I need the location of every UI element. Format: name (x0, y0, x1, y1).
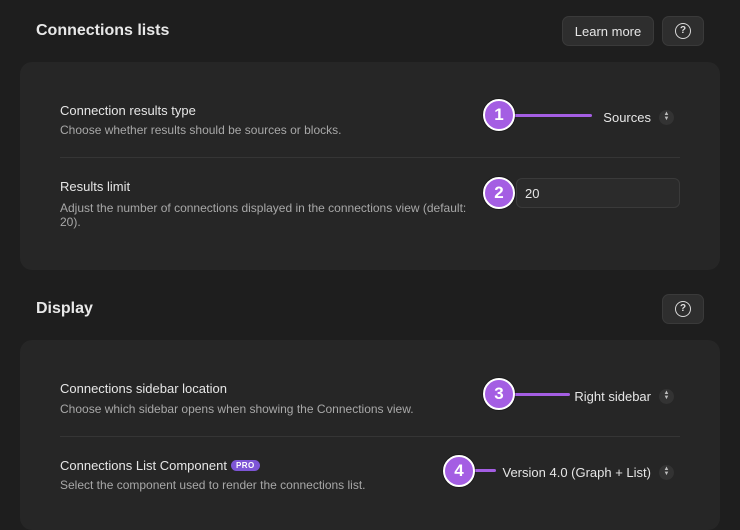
chevron-up-down-icon: ▲ ▼ (659, 464, 674, 480)
list-component-title: Connections List Component PRO (60, 458, 260, 473)
help-icon: ? (675, 301, 691, 317)
annotation-line-1 (512, 114, 592, 117)
annotation-badge-3: 3 (483, 378, 515, 410)
list-component-value: Version 4.0 (Graph + List) (502, 464, 652, 480)
results-limit-description-line2: 20). (60, 215, 81, 229)
divider (60, 157, 680, 158)
learn-more-button[interactable]: Learn more (562, 16, 654, 46)
divider (60, 436, 680, 437)
sidebar-location-value: Right sidebar (574, 388, 651, 404)
results-type-description: Choose whether results should be sources… (60, 123, 342, 137)
list-component-title-text: Connections List Component (60, 458, 227, 473)
annotation-badge-2: 2 (483, 177, 515, 209)
display-card (20, 340, 720, 530)
list-component-select[interactable]: Version 4.0 (Graph + List) ▲ ▼ (502, 462, 674, 482)
display-help-button[interactable]: ? (662, 294, 704, 324)
sidebar-location-description: Choose which sidebar opens when showing … (60, 402, 414, 416)
annotation-line-4 (472, 469, 496, 472)
help-icon: ? (675, 23, 691, 39)
annotation-badge-1: 1 (483, 99, 515, 131)
sidebar-location-select[interactable]: Right sidebar ▲ ▼ (574, 386, 674, 406)
results-type-select[interactable]: Sources ▲ ▼ (603, 107, 674, 127)
annotation-badge-4: 4 (443, 455, 475, 487)
results-limit-title: Results limit (60, 179, 131, 194)
connections-lists-card (20, 62, 720, 270)
pro-badge: PRO (230, 460, 260, 471)
sidebar-location-title: Connections sidebar location (60, 381, 227, 396)
annotation-line-3 (512, 393, 570, 396)
connections-help-button[interactable]: ? (662, 16, 704, 46)
list-component-description: Select the component used to render the … (60, 478, 366, 492)
chevron-up-down-icon: ▲ ▼ (659, 109, 674, 125)
chevron-up-down-icon: ▲ ▼ (659, 388, 674, 404)
display-heading: Display (36, 300, 93, 317)
results-limit-input[interactable] (516, 178, 680, 208)
results-type-title: Connection results type (60, 103, 196, 118)
results-type-value: Sources (603, 109, 651, 125)
connections-lists-heading: Connections lists (36, 22, 170, 39)
results-limit-description-line1: Adjust the number of connections display… (60, 201, 467, 215)
